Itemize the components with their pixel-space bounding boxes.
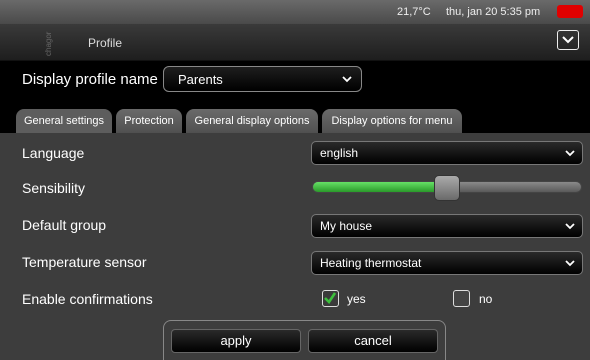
- cancel-button[interactable]: cancel: [308, 329, 438, 353]
- confirmations-label: Enable confirmations: [22, 291, 153, 307]
- sensibility-label: Sensibility: [22, 180, 86, 196]
- tab-protection[interactable]: Protection: [116, 109, 182, 133]
- tab-display-options-menu[interactable]: Display options for menu: [322, 109, 462, 133]
- confirm-yes-checkbox[interactable]: [322, 290, 339, 307]
- profile-name-label: Display profile name: [22, 71, 158, 88]
- chevron-down-icon: [562, 36, 574, 44]
- title-bar: chagor Profile: [0, 24, 590, 61]
- chevron-down-icon: [342, 76, 352, 83]
- default-group-value: My house: [320, 219, 373, 233]
- chevron-down-icon: [565, 260, 575, 267]
- collapse-button[interactable]: [557, 30, 579, 50]
- apply-button[interactable]: apply: [171, 329, 301, 353]
- page-title: Profile: [88, 36, 123, 50]
- datetime-readout: thu, jan 20 5:35 pm: [446, 6, 541, 18]
- language-select[interactable]: english: [311, 141, 583, 165]
- temperature-sensor-select[interactable]: Heating thermostat: [311, 251, 583, 275]
- default-group-select[interactable]: My house: [311, 214, 583, 238]
- tab-general-settings[interactable]: General settings: [16, 109, 112, 133]
- checkmark-icon: [324, 292, 337, 305]
- status-bar: 21,7°C thu, jan 20 5:35 pm: [0, 0, 590, 24]
- temperature-sensor-label: Temperature sensor: [22, 254, 147, 270]
- sensibility-slider-fill: [313, 182, 445, 192]
- alarm-indicator[interactable]: [557, 5, 583, 18]
- chevron-down-icon: [565, 223, 575, 230]
- chevron-down-icon: [565, 150, 575, 157]
- confirm-no-checkbox[interactable]: [453, 290, 470, 307]
- temperature-readout: 21,7°C: [397, 6, 431, 18]
- confirm-no-label: no: [479, 292, 493, 306]
- tab-general-display-options[interactable]: General display options: [186, 109, 318, 133]
- default-group-label: Default group: [22, 217, 107, 233]
- language-label: Language: [22, 145, 85, 161]
- profile-name-bar: Display profile name Parents: [0, 61, 590, 101]
- sensibility-slider-thumb[interactable]: [434, 175, 460, 201]
- tab-strip: General settings Protection General disp…: [0, 101, 590, 133]
- temperature-sensor-value: Heating thermostat: [320, 256, 422, 270]
- profile-name-value: Parents: [178, 72, 223, 87]
- profile-name-select[interactable]: Parents: [163, 66, 362, 92]
- language-value: english: [320, 146, 359, 160]
- brand-logo: chagor: [44, 31, 53, 56]
- confirm-yes-label: yes: [347, 292, 366, 306]
